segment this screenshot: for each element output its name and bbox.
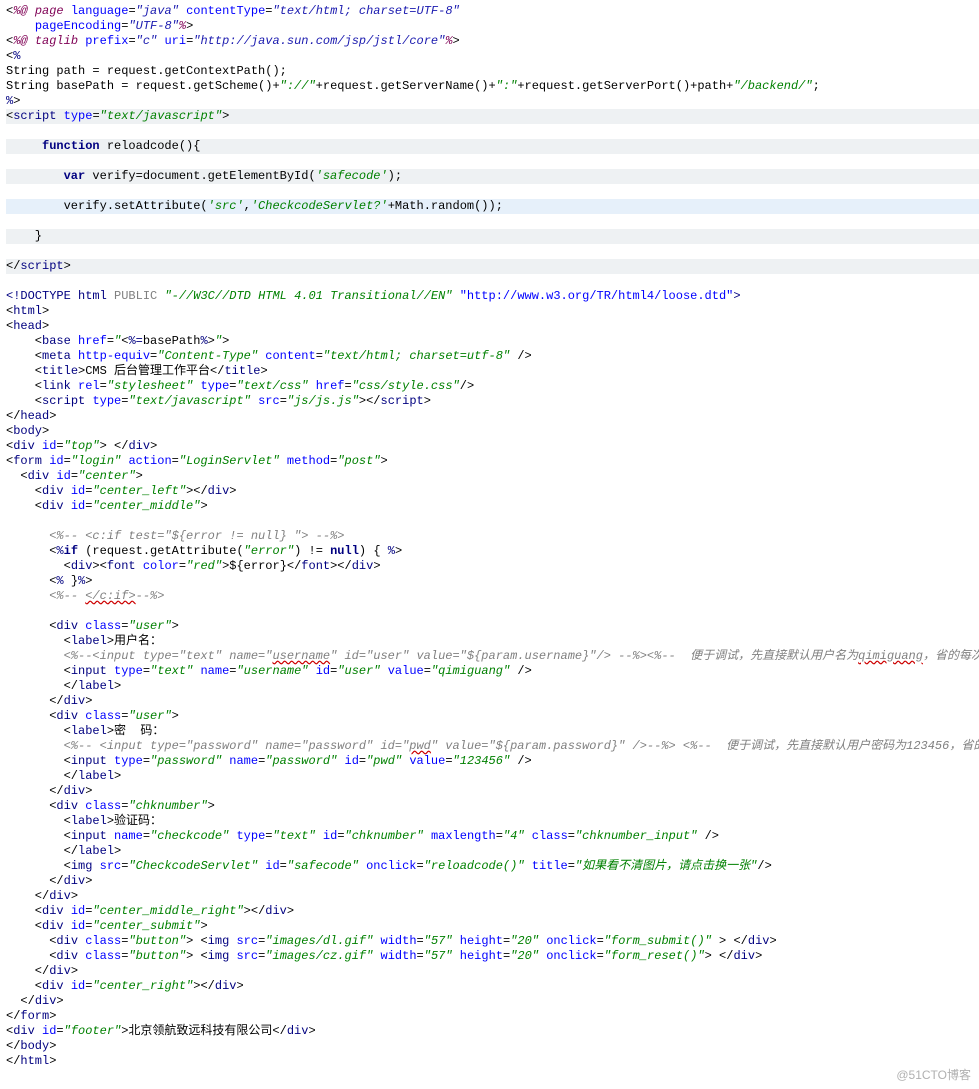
code-line: </label> (6, 679, 121, 693)
code-line: <link rel="stylesheet" type="text/css" h… (6, 379, 474, 393)
code-line: </head> (6, 409, 56, 423)
code-line: <form id="login" action="LoginServlet" m… (6, 454, 388, 468)
code-line: <% (6, 49, 20, 63)
code-line: function reloadcode(){ (6, 139, 979, 154)
code-line: <%-- <input type="password" name="passwo… (6, 739, 979, 753)
code-line: </div> (6, 889, 78, 903)
code-line: <div class="button"> <img src="images/cz… (6, 949, 762, 963)
code-line: </label> (6, 844, 121, 858)
code-line: <div class="button"> <img src="images/dl… (6, 934, 777, 948)
code-line: </div> (6, 694, 92, 708)
code-line: <div id="center_middle_right"></div> (6, 904, 294, 918)
watermark: @51CTO博客 (896, 1068, 971, 1083)
code-line: <%-- <c:if test="${error != null} "> --%… (6, 529, 344, 543)
code-line: <%-- </c:if>--%> (6, 589, 164, 603)
code-line: <base href="<%=basePath%>"> (6, 334, 229, 348)
code-line: <%if (request.getAttribute("error") != n… (6, 544, 402, 558)
code-line: <title>CMS 后台管理工作平台</title> (6, 364, 268, 378)
code-line: </html> (6, 1054, 56, 1068)
code-line: <!DOCTYPE html PUBLIC "-//W3C//DTD HTML … (6, 289, 741, 303)
code-line: </div> (6, 994, 64, 1008)
code-line: verify.setAttribute('src','CheckcodeServ… (6, 199, 979, 214)
code-line: <div class="chknumber"> (6, 799, 215, 813)
code-line: <meta http-equiv="Content-Type" content=… (6, 349, 532, 363)
code-line: <div id="center_middle"> (6, 499, 208, 513)
code-line (6, 604, 13, 618)
code-line: <label>验证码： (6, 814, 162, 828)
code-line: <div id="footer">北京领航致远科技有限公司</div> (6, 1024, 316, 1038)
code-line: <input name="checkcode" type="text" id="… (6, 829, 719, 843)
code-line: <div id="top"> </div> (6, 439, 157, 453)
code-line: <%@ page language="java" contentType="te… (6, 4, 460, 18)
code-line: <input type="text" name="username" id="u… (6, 664, 532, 678)
code-line: <div class="user"> (6, 619, 179, 633)
code-content: <%@ page language="java" contentType="te… (6, 4, 979, 1069)
code-line: </body> (6, 1039, 56, 1053)
code-line: </form> (6, 1009, 56, 1023)
code-line: } (6, 229, 979, 244)
code-line: <div class="user"> (6, 709, 179, 723)
code-line: </div> (6, 964, 78, 978)
code-line: <html> (6, 304, 49, 318)
code-line (6, 514, 13, 528)
code-line: String basePath = request.getScheme()+":… (6, 79, 820, 93)
code-line: </div> (6, 784, 92, 798)
code-line: String path = request.getContextPath(); (6, 64, 287, 78)
code-line: var verify=document.getElementById('safe… (6, 169, 979, 184)
code-line: <label>密 码： (6, 724, 164, 738)
code-line: <div><font color="red">${error}</font></… (6, 559, 381, 573)
code-line: <body> (6, 424, 49, 438)
code-line: <label>用户名： (6, 634, 162, 648)
code-line: pageEncoding="UTF-8"%> (6, 19, 193, 33)
code-line: </label> (6, 769, 121, 783)
code-line: <div id="center_left"></div> (6, 484, 236, 498)
code-line: </div> (6, 874, 92, 888)
code-line: %> (6, 94, 20, 108)
code-line: <img src="CheckcodeServlet" id="safecode… (6, 859, 772, 873)
code-line: <div id="center_submit"> (6, 919, 208, 933)
code-line: <head> (6, 319, 49, 333)
code-line: </script> (6, 259, 979, 274)
code-line: <script type="text/javascript"> (6, 109, 979, 124)
code-line: <%@ taglib prefix="c" uri="http://java.s… (6, 34, 460, 48)
code-line: <input type="password" name="password" i… (6, 754, 532, 768)
code-line: <%--<input type="text" name="username" i… (6, 649, 979, 663)
code-line: <div id="center"> (6, 469, 143, 483)
code-line: <% }%> (6, 574, 92, 588)
code-line: <div id="center_right"></div> (6, 979, 244, 993)
code-line: <script type="text/javascript" src="js/j… (6, 394, 431, 408)
